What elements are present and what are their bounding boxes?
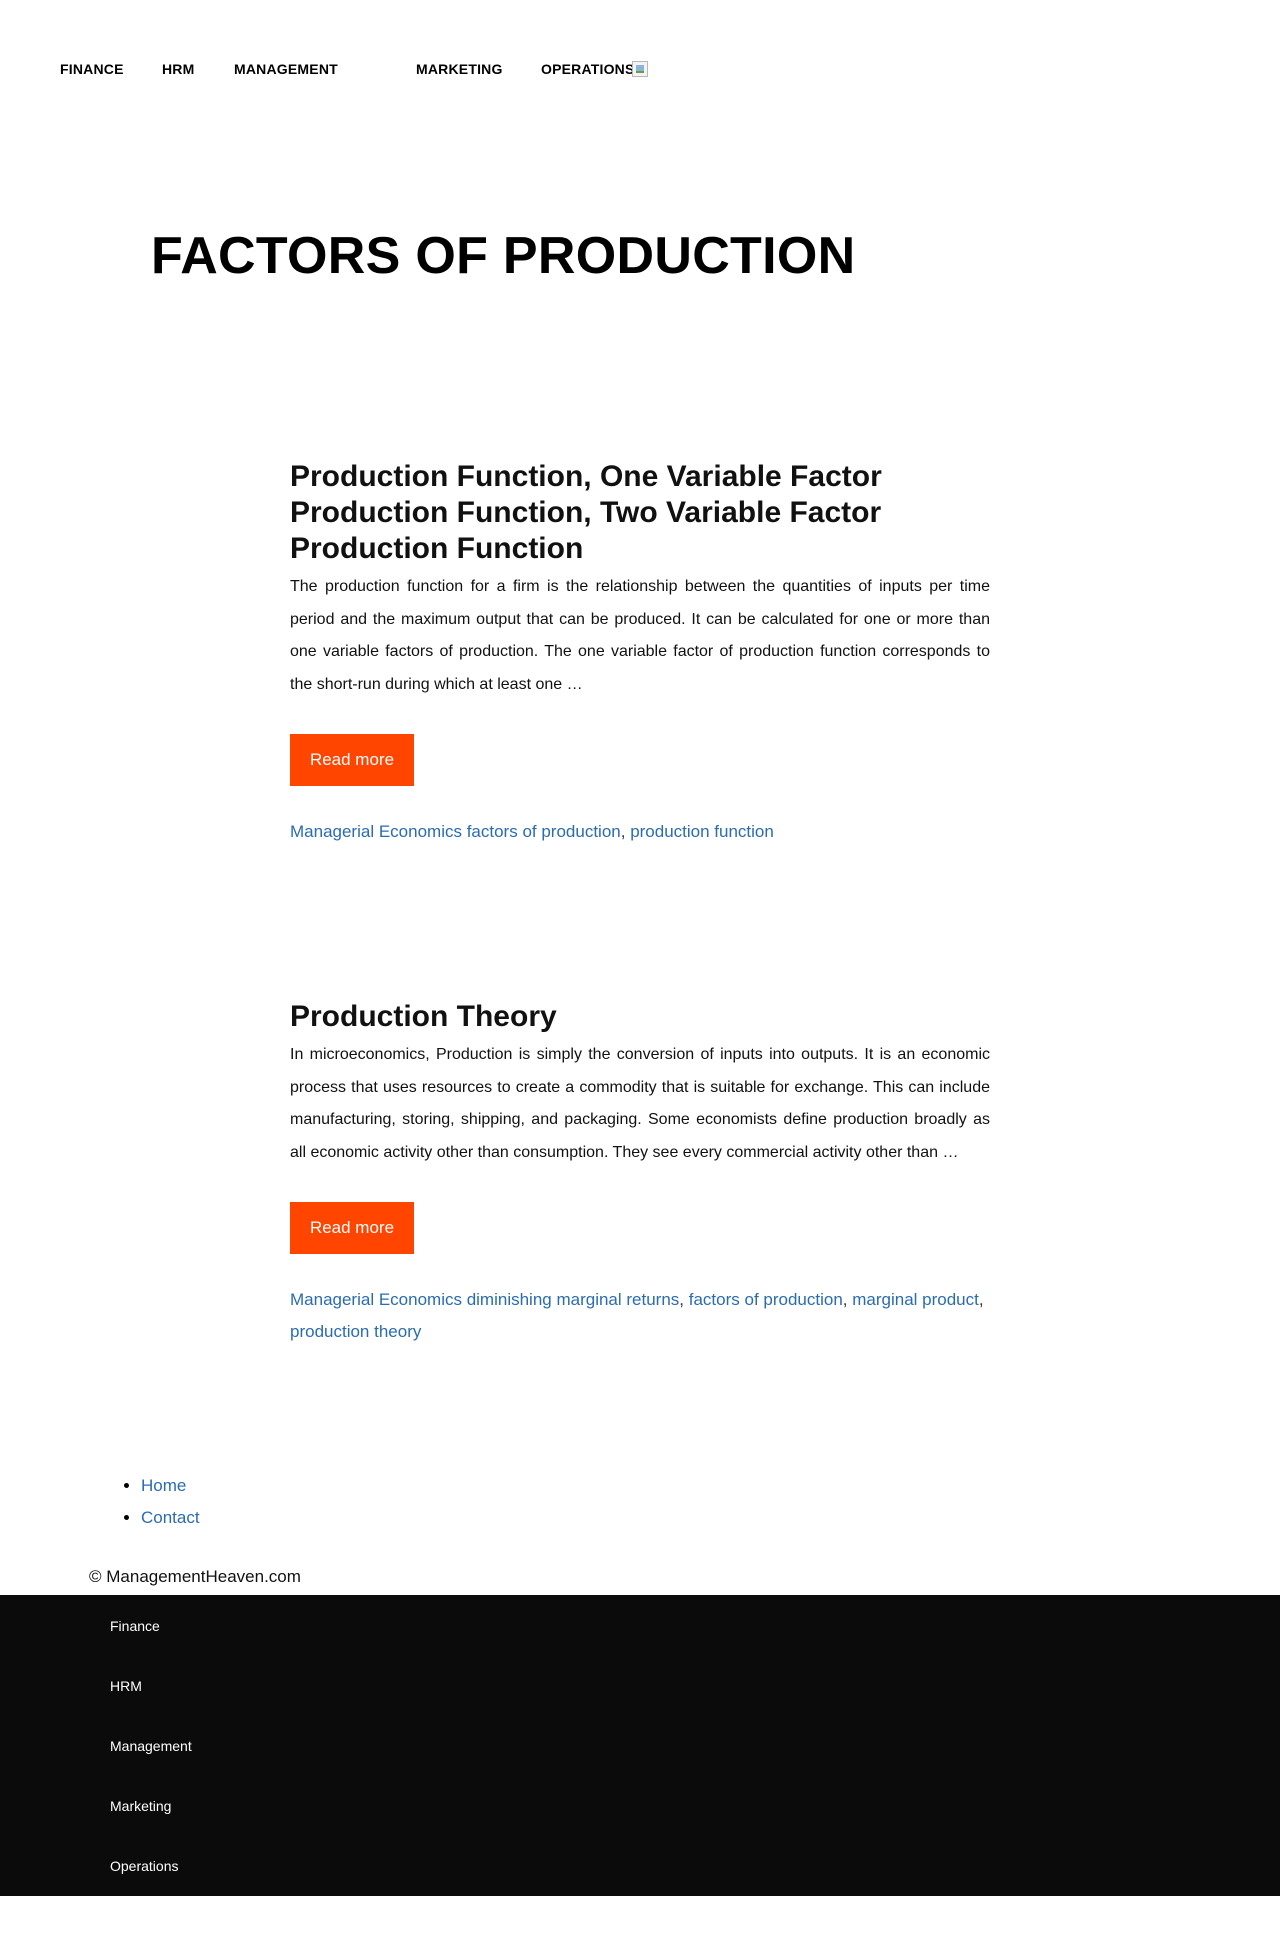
article-tags: Managerial Economics diminishing margina… — [290, 1290, 984, 1341]
bottom-menu-finance[interactable]: Finance — [110, 1618, 160, 1634]
tag-link[interactable]: production theory — [290, 1322, 421, 1341]
category-link[interactable]: Managerial Economics — [290, 822, 462, 841]
article-excerpt: The production function for a firm is th… — [290, 578, 990, 693]
bottom-menu-marketing[interactable]: Marketing — [110, 1798, 171, 1814]
article-tags: Managerial Economics factors of producti… — [290, 822, 774, 841]
tag-link[interactable]: factors of production — [467, 822, 621, 841]
tag-link[interactable]: factors of production — [689, 1290, 843, 1309]
read-more-button[interactable]: Read more — [290, 734, 414, 786]
nav-operations[interactable]: OPERATIONS — [541, 61, 635, 77]
tag-link[interactable]: diminishing marginal returns — [467, 1290, 680, 1309]
nav-management[interactable]: MANAGEMENT — [234, 61, 338, 77]
article-production-function: Production Function, One Variable Factor… — [290, 459, 990, 848]
bottom-menu-hrm[interactable]: HRM — [110, 1678, 142, 1694]
page-title: FACTORS OF PRODUCTION — [151, 227, 856, 285]
tag-link[interactable]: marginal product — [852, 1290, 979, 1309]
tag-link[interactable]: production function — [630, 822, 774, 841]
nav-finance[interactable]: FINANCE — [60, 61, 124, 77]
footer-links: Home Contact — [141, 1470, 200, 1534]
bottom-menu: Finance HRM Management Marketing Operati… — [0, 1595, 1280, 1896]
bottom-menu-operations[interactable]: Operations — [110, 1858, 178, 1874]
article-title-link[interactable]: Production Theory — [290, 999, 990, 1035]
bottom-menu-management[interactable]: Management — [110, 1738, 192, 1754]
footer-link-home[interactable]: Home — [141, 1476, 186, 1495]
broken-image-icon — [632, 61, 648, 77]
article-title: Production Theory — [290, 999, 990, 1035]
nav-marketing[interactable]: MARKETING — [416, 61, 503, 77]
article-title-link[interactable]: Production Function — [290, 531, 990, 567]
copyright: © ManagementHeaven.com — [89, 1567, 301, 1586]
footer-link-item: Contact — [141, 1502, 200, 1534]
category-link[interactable]: Managerial Economics — [290, 1290, 462, 1309]
article-excerpt: In microeconomics, Production is simply … — [290, 1046, 990, 1161]
footer-link-contact[interactable]: Contact — [141, 1508, 200, 1527]
footer-link-item: Home — [141, 1470, 200, 1502]
article-title-link[interactable]: Production Function, One Variable Factor — [290, 459, 990, 495]
article-title: Production Function, One Variable Factor… — [290, 459, 990, 567]
article-production-theory: Production Theory In microeconomics, Pro… — [290, 999, 990, 1348]
read-more-button[interactable]: Read more — [290, 1202, 414, 1254]
nav-hrm[interactable]: HRM — [162, 61, 194, 77]
article-title-link[interactable]: Production Function, Two Variable Factor — [290, 495, 990, 531]
